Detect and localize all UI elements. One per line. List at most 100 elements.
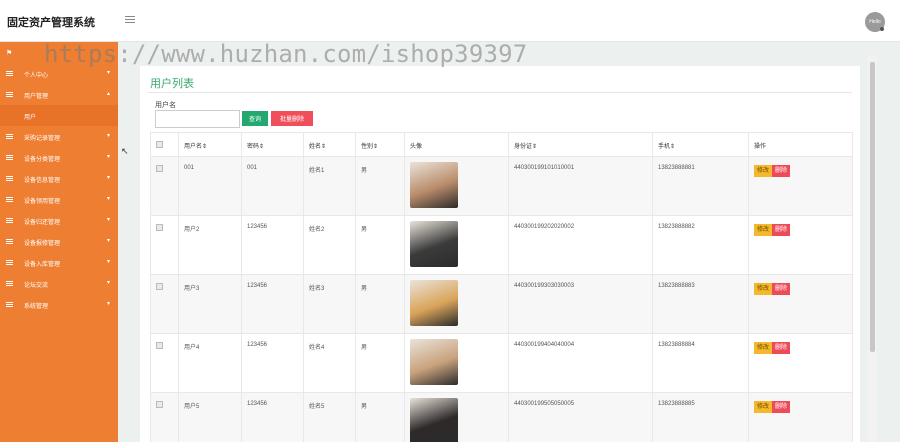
password-cell: 123456 xyxy=(241,274,304,334)
avatar-cell xyxy=(404,215,509,275)
gender-cell: 男 xyxy=(355,333,405,393)
id-card-cell: 440300199505050005 xyxy=(508,392,653,442)
name-cell: 姓名2 xyxy=(303,215,356,275)
actions-cell: 修改 删除 xyxy=(748,156,853,216)
user-table: 用户名⇕ 密码⇕ 姓名⇕ 性别⇕ 头像 身份证⇕ 手机⇕ 操作 001 001 姓名… xyxy=(150,132,853,442)
sidebar-item-user-management[interactable]: 用户管理 ▴ xyxy=(0,84,118,105)
gender-cell: 男 xyxy=(355,156,405,216)
delete-button[interactable]: 删除 xyxy=(772,283,791,295)
row-checkbox[interactable] xyxy=(156,283,163,290)
column-header: 头像 xyxy=(404,132,509,157)
sidebar-item-forum[interactable]: 论坛交流 ▾ xyxy=(0,273,118,294)
watermark-text: https://www.huzhan.com/ishop39397 xyxy=(44,40,528,68)
row-checkbox[interactable] xyxy=(156,224,163,231)
sidebar-item-device-borrow[interactable]: 设备领用管理 ▾ xyxy=(0,189,118,210)
list-icon xyxy=(6,197,13,202)
row-checkbox[interactable] xyxy=(156,165,163,172)
query-button[interactable]: 查询 xyxy=(242,111,268,126)
name-cell: 姓名1 xyxy=(303,156,356,216)
app-title: 固定资产管理系统 xyxy=(7,17,95,29)
column-header[interactable]: 身份证⇕ xyxy=(508,132,653,157)
chevron-down-icon: ▾ xyxy=(107,175,111,181)
name-cell: 姓名3 xyxy=(303,274,356,334)
select-cell xyxy=(150,274,179,334)
phone-cell: 13823888885 xyxy=(652,392,749,442)
select-cell xyxy=(150,333,179,393)
column-header[interactable]: 用户名⇕ xyxy=(178,132,242,157)
sidebar-item-label: 设备归还管理 xyxy=(24,220,61,226)
chevron-down-icon: ▾ xyxy=(107,70,111,76)
sidebar-item-device-return[interactable]: 设备归还管理 ▾ xyxy=(0,210,118,231)
edit-button[interactable]: 修改 xyxy=(754,224,773,236)
id-card-cell: 440300199202020002 xyxy=(508,215,653,275)
chevron-down-icon: ▾ xyxy=(107,196,111,202)
select-all-checkbox[interactable] xyxy=(156,141,163,148)
sidebar-item-label: 设备分类管理 xyxy=(24,157,61,163)
user-avatar-image xyxy=(410,339,458,385)
chevron-down-icon: ▾ xyxy=(107,301,111,307)
column-header[interactable]: 姓名⇕ xyxy=(303,132,356,157)
list-icon xyxy=(6,260,13,265)
sidebar-item-device-storage[interactable]: 设备入库管理 ▾ xyxy=(0,252,118,273)
sidebar-item-label: 论坛交流 xyxy=(24,283,49,289)
table-row: 用户5 123456 姓名5 男 440300199505050005 138238888… xyxy=(150,392,853,442)
edit-button[interactable]: 修改 xyxy=(754,342,773,354)
select-all-cell xyxy=(150,132,179,157)
user-avatar-image xyxy=(410,280,458,326)
column-header[interactable]: 密码⇕ xyxy=(241,132,304,157)
password-cell: 123456 xyxy=(241,215,304,275)
username-search-input[interactable] xyxy=(155,110,240,128)
sidebar-item-purchase-records[interactable]: 采购记录管理 ▾ xyxy=(0,126,118,147)
edit-button[interactable]: 修改 xyxy=(754,401,773,413)
sidebar-item-label: 个人中心 xyxy=(24,73,49,79)
actions-cell: 修改 删除 xyxy=(748,274,853,334)
phone-cell: 13823888883 xyxy=(652,274,749,334)
sidebar-item-system[interactable]: 系统管理 ▾ xyxy=(0,294,118,315)
user-list-panel: 用户列表 用户名 查询 批量删除 用户名⇕ 密码⇕ 姓名⇕ 性别⇕ 头像 身份证… xyxy=(140,66,860,442)
edit-button[interactable]: 修改 xyxy=(754,283,773,295)
id-card-cell: 440300199303030003 xyxy=(508,274,653,334)
edit-button[interactable]: 修改 xyxy=(754,165,773,177)
username-cell: 001 xyxy=(178,156,242,216)
sidebar-subitem-users[interactable]: 用户 xyxy=(0,105,118,126)
actions-cell: 修改 删除 xyxy=(748,215,853,275)
avatar-status-dot xyxy=(880,27,884,31)
phone-cell: 13823888882 xyxy=(652,215,749,275)
column-header[interactable]: 性别⇕ xyxy=(355,132,405,157)
gender-cell: 男 xyxy=(355,274,405,334)
delete-button[interactable]: 删除 xyxy=(772,224,791,236)
delete-button[interactable]: 删除 xyxy=(772,165,791,177)
column-header[interactable]: 手机⇕ xyxy=(652,132,749,157)
row-checkbox[interactable] xyxy=(156,342,163,349)
sidebar-item-device-category[interactable]: 设备分类管理 ▾ xyxy=(0,147,118,168)
mouse-cursor-icon: ↖ xyxy=(121,146,129,156)
username-cell: 用户4 xyxy=(178,333,242,393)
list-icon xyxy=(6,176,13,181)
avatar-cell xyxy=(404,156,509,216)
user-avatar-image xyxy=(410,162,458,208)
chevron-down-icon: ▾ xyxy=(107,217,111,223)
chevron-down-icon: ▾ xyxy=(107,154,111,160)
sidebar: ⚑ 个人中心 ▾ 用户管理 ▴ 用户 采购记录管理 ▾ 设备分类管理 ▾ 设备信… xyxy=(0,42,118,442)
menu-toggle-icon[interactable] xyxy=(125,16,135,24)
sidebar-item-label: 设备报修管理 xyxy=(24,241,61,247)
sidebar-item-device-repair[interactable]: 设备报修管理 ▾ xyxy=(0,231,118,252)
column-header: 操作 xyxy=(748,132,853,157)
delete-button[interactable]: 删除 xyxy=(772,401,791,413)
password-cell: 123456 xyxy=(241,333,304,393)
password-cell: 123456 xyxy=(241,392,304,442)
sidebar-item-label: 系统管理 xyxy=(24,304,49,310)
top-header: 固定资产管理系统 Hello xyxy=(0,0,900,42)
batch-delete-button[interactable]: 批量删除 xyxy=(271,111,313,126)
chevron-down-icon: ▾ xyxy=(107,238,111,244)
delete-button[interactable]: 删除 xyxy=(772,342,791,354)
row-checkbox[interactable] xyxy=(156,401,163,408)
sidebar-item-label: 采购记录管理 xyxy=(24,136,61,142)
chevron-up-icon: ▴ xyxy=(107,91,111,97)
sidebar-item-label: 用户管理 xyxy=(24,94,49,100)
sidebar-item-device-info[interactable]: 设备信息管理 ▾ xyxy=(0,168,118,189)
list-icon xyxy=(6,155,13,160)
list-icon xyxy=(6,302,13,307)
name-cell: 姓名5 xyxy=(303,392,356,442)
scrollbar-thumb[interactable] xyxy=(870,62,875,352)
